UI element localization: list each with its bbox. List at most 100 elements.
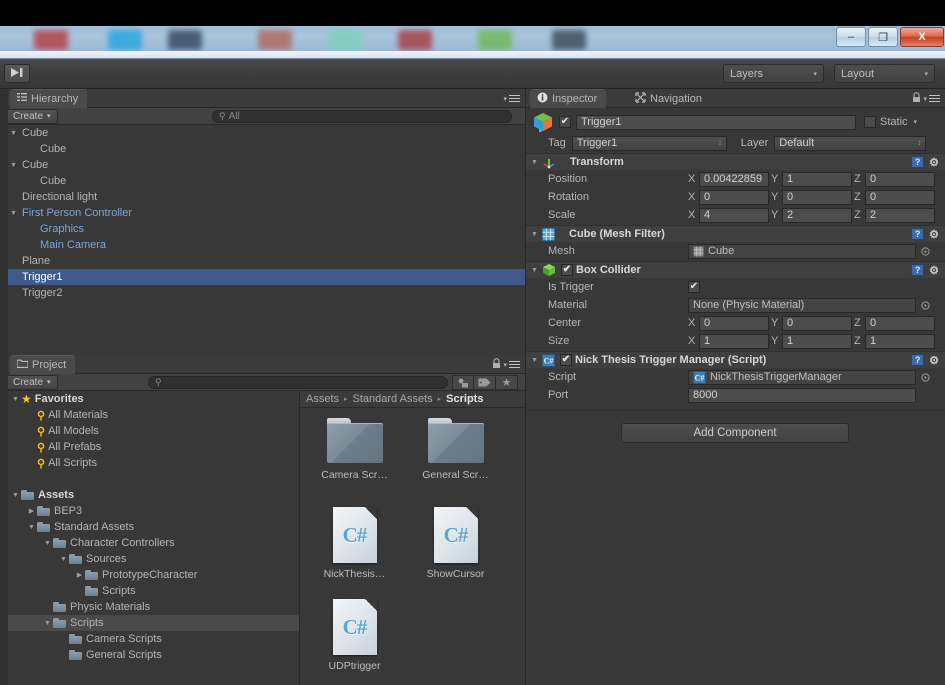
disclosure-triangle-icon[interactable]: ▼ [26, 524, 37, 531]
help-icon[interactable]: ? [911, 156, 925, 168]
gear-icon[interactable]: ⚙ [929, 156, 939, 169]
disclosure-triangle-icon[interactable]: ▼ [529, 159, 540, 166]
layout-dropdown[interactable]: Layout ▾ [834, 64, 935, 83]
tab-hierarchy[interactable]: Hierarchy [10, 89, 88, 108]
hierarchy-item[interactable]: ▼Plane [0, 253, 525, 269]
disclosure-triangle-icon[interactable]: ▼ [529, 357, 540, 364]
disclosure-triangle-icon[interactable]: ▼ [8, 162, 19, 169]
project-tree-item[interactable]: ▼ [0, 471, 299, 487]
hierarchy-item[interactable]: ▼Cube [0, 125, 525, 141]
asset-item[interactable]: C# NickThesis… [304, 502, 405, 594]
hierarchy-item[interactable]: ▼Main Camera [0, 237, 525, 253]
project-tree-item[interactable]: ▼⚲All Prefabs [0, 439, 299, 455]
property-field-y[interactable]: 2 [782, 207, 852, 223]
disclosure-triangle-icon[interactable]: ▼ [42, 620, 53, 627]
component-header[interactable]: ▼ ✔ Box Collider? ⚙ [526, 261, 945, 278]
property-checkbox[interactable]: ✔ [688, 281, 700, 293]
asset-item[interactable]: C# UDPtrigger [304, 594, 405, 685]
breadcrumb[interactable]: Assets ▸ Standard Assets ▸ Scripts [300, 391, 525, 408]
project-lock-toggle[interactable] [492, 358, 501, 372]
project-splitter[interactable] [299, 391, 300, 685]
hierarchy-item[interactable]: ▼Directional light [0, 189, 525, 205]
breadcrumb-item[interactable]: Assets [306, 393, 339, 405]
tab-inspector[interactable]: Inspector [530, 89, 607, 108]
property-field-y[interactable]: 1 [782, 171, 852, 187]
property-field-y[interactable]: 0 [782, 315, 852, 331]
property-field-x[interactable]: 1 [699, 333, 769, 349]
hierarchy-item[interactable]: ▼ First Person Controller [0, 205, 525, 221]
help-icon[interactable]: ? [911, 354, 925, 366]
property-field-z[interactable]: 1 [865, 333, 935, 349]
component-enabled-checkbox[interactable]: ✔ [560, 354, 572, 366]
gear-icon[interactable]: ⚙ [929, 264, 939, 277]
property-field[interactable]: 8000 [688, 387, 916, 403]
project-tree-item[interactable]: ▼ Camera Scripts [0, 631, 299, 647]
project-tree-item[interactable]: ▼ Scripts [0, 615, 299, 631]
project-tree-item[interactable]: ▼ Physic Materials [0, 599, 299, 615]
breadcrumb-item[interactable]: Standard Assets [353, 393, 433, 405]
disclosure-triangle-icon[interactable]: ▼ [529, 231, 540, 238]
property-field-z[interactable]: 0 [865, 171, 935, 187]
hierarchy-item[interactable]: ▼Cube [0, 157, 525, 173]
project-tree-item[interactable]: ▶ PrototypeCharacter [0, 567, 299, 583]
property-field-z[interactable]: 0 [865, 315, 935, 331]
component-header[interactable]: ▼ Transform? ⚙ [526, 153, 945, 170]
project-tree-item[interactable]: ▼ General Scripts [0, 647, 299, 663]
property-field-x[interactable]: 0.00422859 [699, 171, 769, 187]
gameobject-name-field[interactable]: Trigger1 [576, 114, 856, 130]
hierarchy-item[interactable]: ▼Cube [0, 173, 525, 189]
project-panel-menu[interactable]: ▾ [503, 359, 520, 370]
target-picker-icon[interactable] [921, 372, 930, 382]
minimize-button[interactable]: – [836, 27, 866, 47]
property-field-x[interactable]: 0 [699, 315, 769, 331]
property-field-z[interactable]: 2 [865, 207, 935, 223]
target-picker-icon[interactable] [921, 246, 930, 256]
project-tree-item[interactable]: ▼⚲All Materials [0, 407, 299, 423]
project-tree-item[interactable]: ▼ Sources [0, 551, 299, 567]
object-reference-field[interactable]: Cube [688, 243, 916, 259]
property-field-y[interactable]: 1 [782, 333, 852, 349]
static-checkbox[interactable] [864, 116, 876, 128]
restore-button[interactable]: ❐ [868, 27, 898, 47]
gear-icon[interactable]: ⚙ [929, 228, 939, 241]
breadcrumb-item[interactable]: Scripts [446, 393, 483, 405]
disclosure-triangle-icon[interactable]: ▶ [26, 507, 37, 515]
project-tree-item[interactable]: ▶ BEP3 [0, 503, 299, 519]
hierarchy-item[interactable]: ▼Cube [0, 141, 525, 157]
project-tree-item[interactable]: ▼⚲All Models [0, 423, 299, 439]
project-tree-item[interactable]: ▼ Character Controllers [0, 535, 299, 551]
help-icon[interactable]: ? [911, 228, 925, 240]
favorites-star-icon[interactable]: ★ [496, 375, 518, 390]
tab-navigation[interactable]: Navigation [628, 89, 711, 108]
project-tree-item[interactable]: ▼ Assets [0, 487, 299, 503]
property-field-x[interactable]: 4 [699, 207, 769, 223]
target-picker-icon[interactable] [921, 300, 930, 310]
disclosure-triangle-icon[interactable]: ▼ [42, 540, 53, 547]
project-tree-item[interactable]: ▼ ★ Favorites [0, 391, 299, 407]
disclosure-triangle-icon[interactable]: ▼ [8, 210, 19, 217]
disclosure-triangle-icon[interactable]: ▼ [8, 130, 19, 137]
hierarchy-create-button[interactable]: Create ▾ [6, 108, 58, 124]
hierarchy-item[interactable]: ▼Trigger2 [0, 285, 525, 301]
property-field-z[interactable]: 0 [865, 189, 935, 205]
step-button[interactable] [4, 64, 30, 83]
component-enabled-checkbox[interactable]: ✔ [561, 264, 573, 276]
gameobject-enabled-checkbox[interactable]: ✔ [559, 116, 571, 128]
disclosure-triangle-icon[interactable]: ▼ [10, 396, 21, 403]
add-component-button[interactable]: Add Component [621, 423, 849, 443]
asset-item[interactable]: C# ShowCursor [405, 502, 506, 594]
object-reference-field[interactable]: C# NickThesisTriggerManager [688, 369, 916, 385]
object-filter-icon[interactable] [452, 375, 474, 390]
asset-item[interactable]: General Scr… [405, 410, 506, 502]
inspector-lock-toggle[interactable] [912, 92, 921, 106]
project-tree-item[interactable]: ▼ Standard Assets [0, 519, 299, 535]
hierarchy-panel-menu[interactable]: ▾ [503, 93, 520, 104]
hierarchy-item[interactable]: ▼Graphics [0, 221, 525, 237]
asset-grid[interactable]: Camera Scr… General Scr… C# NickThesis… C# Sh… [304, 410, 525, 685]
disclosure-triangle-icon[interactable]: ▶ [74, 571, 85, 579]
hierarchy-tree[interactable]: ▼Cube▼Cube▼Cube▼Cube▼Directional light▼F… [0, 125, 525, 355]
hierarchy-search-input[interactable]: ⚲ All [212, 109, 512, 123]
disclosure-triangle-icon[interactable]: ▼ [529, 267, 540, 274]
asset-item[interactable]: Camera Scr… [304, 410, 405, 502]
object-reference-field[interactable]: None (Physic Material) [688, 297, 916, 313]
